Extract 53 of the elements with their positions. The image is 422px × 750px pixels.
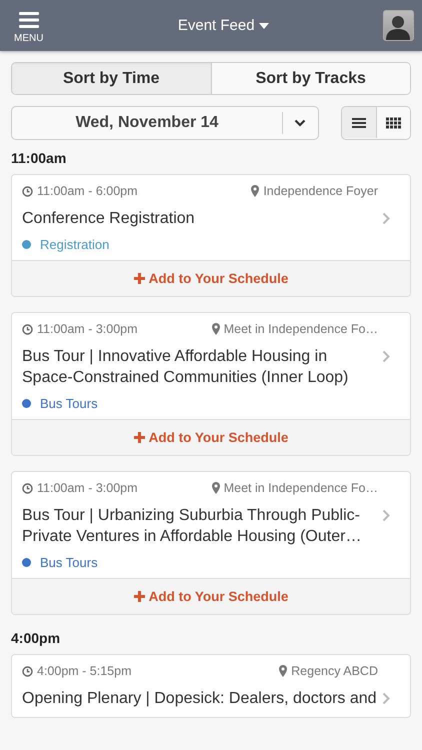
location-pin-icon [212,323,220,335]
add-to-schedule-button[interactable]: Add to Your Schedule [12,260,410,296]
clock-icon [22,324,33,334]
plus-icon [134,591,145,602]
chevron-right-icon [382,212,390,225]
add-to-schedule-button[interactable]: Add to Your Schedule [12,578,410,614]
caret-icon [258,22,269,28]
add-to-schedule-button[interactable]: Add to Your Schedule [12,419,410,455]
date-picker[interactable]: Wed, November 14 [11,106,319,140]
event-feed-dropdown[interactable]: Event Feed [178,17,269,34]
sort-tab[interactable]: Sort by Tracks [210,63,410,94]
time-range: 11:00am - 3:00pm [37,481,138,495]
track-name[interactable]: Bus Tours [40,396,98,411]
chevron-down-icon [282,112,306,134]
list-view-button[interactable] [342,107,376,138]
location: Regency ABCD [291,664,378,678]
plus-icon [134,273,145,284]
clock-icon [22,186,33,196]
event-title: Bus Tour | Urbanizing Suburbia Through Public-Private Ventures in Affordable Housing (Outer… [22,506,362,547]
location: Independence Foyer [263,184,378,198]
event-card[interactable]: 11:00am - 6:00pm Independence Foyer Conference Registration Registration Add to Your Schedule [11,174,411,297]
avatar-button[interactable] [382,10,414,41]
clock-icon [22,482,33,494]
section-time: 4:00pm [11,630,62,646]
date-value: Wed, November 14 [74,114,220,132]
menu-icon [16,11,41,29]
chevron-right-icon [382,692,390,705]
event-title: Conference Registration [22,209,196,229]
time-range: 11:00am - 6:00pm [37,184,138,198]
track-name[interactable]: Registration [40,237,110,252]
event-card[interactable]: 11:00am - 3:00pm Meet in Independence Fo… Bus Tour | Urbanizing Suburbia Through Public-Private Ventures in Affordable Housing (Outer… Bus Tours Add to Your Schedule [11,471,411,615]
location: Meet in Independence Fo… [224,481,378,495]
time-range: 11:00am - 3:00pm [37,322,138,336]
sort-tab[interactable]: Sort by Time [12,63,210,94]
event-title: Bus Tour | Innovative Affordable Housing in Space-Constrained Communities (Inner Loop) [22,347,350,388]
location-pin-icon [251,185,260,197]
location-pin-icon [279,665,288,677]
list-icon [352,116,366,128]
section-time: 11:00am [11,150,68,166]
time-range: 4:00pm - 5:15pm [37,664,132,678]
menu-button[interactable]: MENU [14,7,44,44]
location-pin-icon [212,482,220,494]
grid-view-button[interactable] [376,107,410,138]
track-name[interactable]: Bus Tours [40,555,98,570]
event-card[interactable]: 11:00am - 3:00pm Meet in Independence Fo… Bus Tour | Innovative Affordable Housing in Space-Constrained Communities (Inner Loop) Bus Tours Add to Your Schedule [11,312,411,456]
event-title: Opening Plenary | Dopesick: Dealers, doctors and [22,689,378,709]
chevron-right-icon [382,509,390,522]
chevron-right-icon [382,350,390,363]
grid-icon [386,116,401,128]
location: Meet in Independence Fo… [224,322,378,336]
plus-icon [134,432,145,443]
event-card[interactable]: 4:00pm - 5:15pm Regency ABCD Opening Plenary | Dopesick: Dealers, doctors and [11,654,411,718]
clock-icon [22,666,33,676]
